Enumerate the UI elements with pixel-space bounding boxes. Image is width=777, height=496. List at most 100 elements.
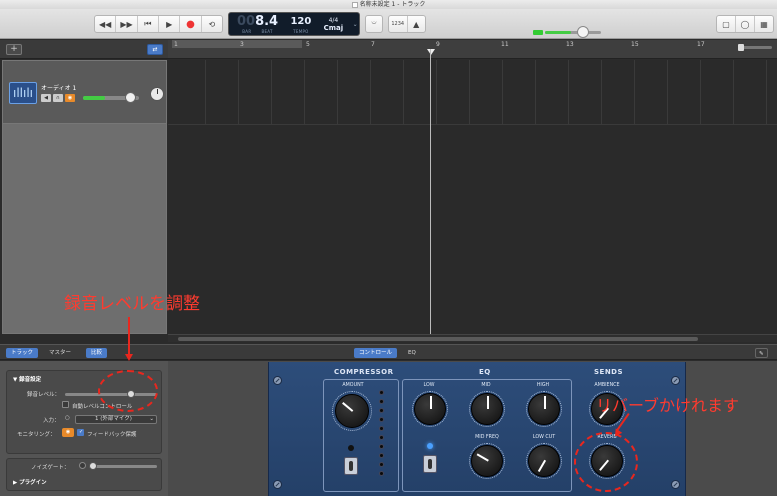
eq-mid-knob[interactable] (471, 393, 503, 425)
plus-icon: + (10, 44, 18, 54)
grid-line (535, 60, 536, 124)
playhead-marker[interactable] (427, 49, 435, 55)
filter-icon: ⇄ (152, 46, 158, 53)
lcd-tempo-value: 120 (290, 15, 312, 27)
track-name[interactable]: オーディオ 1 (41, 83, 76, 92)
noise-gate-toggle[interactable] (79, 462, 86, 469)
lcd-key: Cmaj (323, 23, 344, 32)
count-in-label: 1234 (391, 21, 405, 27)
tab-eq[interactable]: EQ (403, 348, 421, 358)
metronome-button[interactable]: ▲ (408, 16, 426, 32)
auto-level-checkbox[interactable] (62, 401, 69, 408)
tab-master[interactable]: マスター (44, 348, 76, 358)
compressor-switch[interactable] (344, 457, 358, 475)
smart-controls-filter-button[interactable]: ⇄ (147, 44, 163, 55)
annotation-rec-level: 録音レベルを調整 (64, 294, 200, 314)
compare-button[interactable]: 比較 (86, 348, 108, 358)
lane-divider (168, 124, 777, 125)
cycle-button[interactable]: ⟲ (202, 16, 222, 32)
monitor-icon: ◉ (65, 429, 71, 435)
media-icon: ▦ (760, 19, 768, 29)
track-volume-fill (83, 96, 105, 100)
noise-gate-knob[interactable] (89, 462, 97, 470)
rewind-button[interactable]: ◀◀ (95, 16, 117, 32)
annotation-circle-rec-level (98, 370, 158, 412)
rewind-icon: ◀◀ (99, 19, 112, 29)
loop-browser-button[interactable]: ◯ (736, 16, 755, 32)
volume-knob[interactable] (577, 26, 589, 38)
track-header[interactable]: ıllılı オーディオ 1 ◀ ∩ ◉ (2, 60, 167, 124)
metronome-icon: ▲ (413, 19, 420, 29)
media-browser-button[interactable]: ▦ (755, 16, 773, 32)
add-track-button[interactable]: + (6, 44, 22, 55)
screw-icon (671, 376, 680, 385)
annotation-arrow-head (125, 354, 133, 361)
eq-switch[interactable] (423, 455, 437, 473)
play-button[interactable]: ▶ (159, 16, 181, 32)
meter-led (379, 426, 384, 431)
waveform-icon: ıllılı (9, 82, 37, 104)
lcd-beat-label: BEAT (261, 28, 273, 34)
transport-controls: ◀◀ ▶▶ ⏮ ▶ ● ⟲ (94, 15, 223, 33)
mid-freq-knob[interactable] (471, 445, 503, 477)
compressor-amount-knob[interactable] (335, 394, 369, 428)
playhead[interactable] (430, 49, 431, 334)
mute-button[interactable]: ◀ (41, 94, 51, 102)
inspector-button[interactable]: ✎ (755, 348, 768, 358)
horizontal-scrollbar[interactable] (168, 334, 777, 342)
tuner-button[interactable]: 𝄑 (365, 15, 383, 33)
input-select[interactable]: 1 (外部マイク) ⌄ (75, 415, 157, 424)
eq-low-label: LOW (423, 383, 435, 388)
tab-track[interactable]: トラック (6, 348, 39, 358)
track-volume-slider[interactable] (83, 92, 139, 103)
fast-forward-button[interactable]: ▶▶ (116, 16, 138, 32)
cycle-region[interactable] (172, 40, 302, 48)
section-title[interactable]: ▼ 録音設定 (13, 375, 41, 383)
ruler-bar-label: 15 (631, 41, 639, 48)
eq-high-knob[interactable] (528, 393, 560, 425)
annotation-arrow-line (128, 317, 130, 355)
track-volume-knob[interactable] (125, 92, 136, 103)
amount-label: AMOUNT (342, 383, 364, 388)
monitoring-button[interactable]: ◉ (62, 428, 74, 437)
lcd-mode-chevron-icon[interactable]: ⌄ (351, 13, 359, 35)
meter-led (379, 408, 384, 413)
ruler-bar-label: 1 (174, 41, 178, 48)
ruler-bar-label: 9 (436, 41, 440, 48)
noise-gate-label: ノイズゲート： (31, 465, 70, 471)
grid-line (304, 60, 305, 124)
lcd-tempo: 120 TEMPO (286, 13, 316, 35)
plugins-disclosure[interactable]: ▶ プラグイン (13, 478, 47, 486)
track-lanes[interactable] (168, 60, 777, 334)
headphone-button[interactable]: ∩ (53, 94, 63, 102)
zoom-slider[interactable] (738, 44, 772, 51)
screw-icon (273, 376, 282, 385)
to-start-button[interactable]: ⏮ (138, 16, 159, 32)
pan-knob[interactable] (150, 87, 164, 101)
tab-controls[interactable]: コントロール (354, 348, 398, 358)
scrollbar-thumb[interactable] (178, 337, 698, 341)
input-radio-icon[interactable]: ○ (65, 415, 70, 421)
meter-led (379, 444, 384, 449)
volume-fill (545, 31, 571, 34)
input-monitor-button[interactable]: ◉ (65, 94, 75, 102)
tracks-header: + ⇄ (0, 40, 168, 59)
notepad-icon: ▢ (722, 19, 730, 29)
lcd-bar-label: BAR (242, 28, 252, 34)
eq-low-knob[interactable] (414, 393, 446, 425)
count-in-metronome: 1234 ▲ (388, 15, 426, 33)
lcd-display[interactable]: 008.4 BAR BEAT 120 TEMPO 4/4 Cmaj ⌄ (228, 12, 360, 36)
grid-line (238, 60, 239, 124)
eq-high-label: HIGH (536, 383, 550, 388)
notepad-button[interactable]: ▢ (717, 16, 736, 32)
timeline-ruler[interactable]: 1 3 5 7 9 11 13 15 17 (168, 40, 777, 59)
meter-led (379, 399, 384, 404)
noise-gate-slider[interactable] (89, 462, 157, 470)
count-in-button[interactable]: 1234 (389, 16, 408, 32)
record-button[interactable]: ● (180, 16, 202, 32)
grid-line (205, 60, 206, 124)
low-cut-knob[interactable] (528, 445, 560, 477)
chevron-down-icon: ⌄ (149, 416, 154, 422)
feedback-protection-checkbox[interactable]: ✓ (77, 429, 84, 436)
document-icon (351, 1, 358, 8)
